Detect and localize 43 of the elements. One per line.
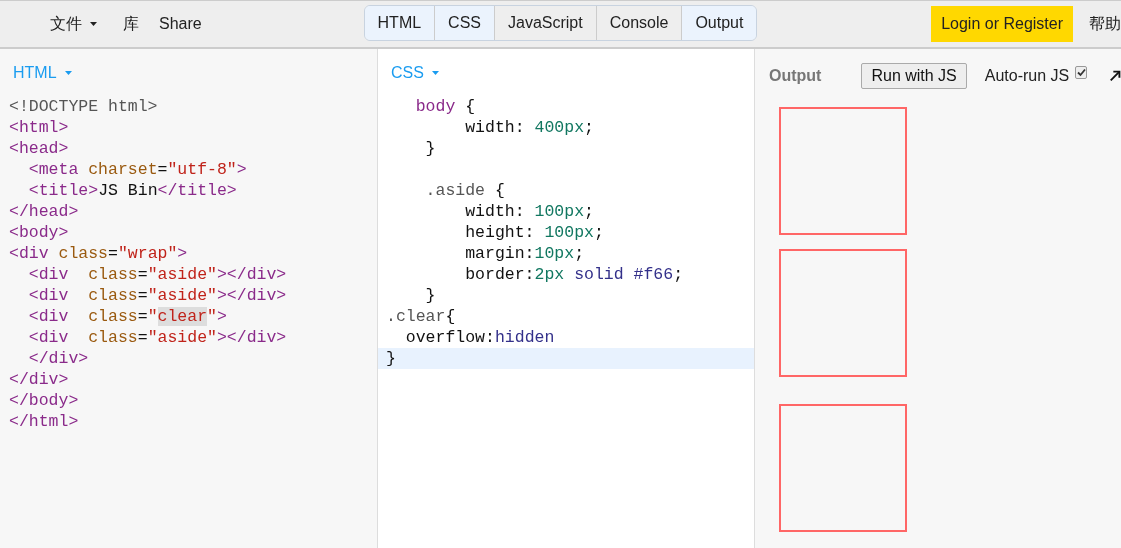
code-line: </head>: [8, 201, 80, 222]
code-line: height: 100px;: [464, 222, 605, 243]
login-button[interactable]: Login or Register: [931, 6, 1073, 42]
code-line: </html>: [8, 411, 80, 432]
code-line: .aside {: [424, 180, 506, 201]
code-line: <div class="aside"></div>: [27, 264, 288, 285]
code-line: <head>: [8, 138, 70, 159]
code-line: <meta charset="utf-8">: [27, 159, 248, 180]
code-line: <div class="aside"></div>: [27, 327, 288, 348]
code-line: </div>: [8, 369, 70, 390]
caret-icon: [431, 70, 439, 75]
code-line: .clear{: [385, 306, 457, 327]
panel-title: Output: [769, 67, 822, 85]
code-line: <div class="clear">: [27, 306, 228, 327]
code-line: </div>: [27, 348, 90, 369]
menu-item[interactable]: Share: [149, 15, 212, 33]
code-line: <div class="wrap">: [8, 243, 189, 264]
caret-icon: [90, 22, 97, 26]
run-button[interactable]: Run with JS: [861, 63, 967, 89]
code-line: width: 400px;: [464, 117, 595, 138]
checkbox-label: Auto-run JS: [984, 67, 1070, 85]
code-line: body {: [414, 96, 477, 117]
checkbox[interactable]: [1075, 65, 1087, 79]
code-line: <!DOCTYPE html>: [8, 96, 159, 117]
code-line: </body>: [8, 390, 80, 411]
code-line: <title>JS Bin</title>: [27, 180, 238, 201]
caret-icon: [64, 70, 72, 75]
code-line: border:2px solid #f66;: [464, 264, 685, 285]
arrow-icon[interactable]: [1108, 69, 1121, 83]
code-line: margin:10px;: [464, 243, 586, 264]
code-line: <div class="aside"></div>: [27, 285, 288, 306]
help-menu[interactable]: 帮助: [1089, 13, 1121, 35]
menu-item[interactable]: 文件: [50, 13, 107, 35]
code-line: overflow:hidden: [404, 327, 556, 348]
panel-tab[interactable]: CSS: [435, 6, 495, 40]
code-line: }: [424, 285, 437, 306]
code-line: width: 100px;: [464, 201, 595, 222]
menu-item[interactable]: 库: [113, 13, 149, 35]
code-line: <html>: [8, 117, 70, 138]
code-line: }: [424, 138, 437, 159]
panel-tab[interactable]: HTML: [364, 6, 436, 40]
code-line: <body>: [8, 222, 70, 243]
panel-tab[interactable]: Output: [682, 6, 757, 40]
